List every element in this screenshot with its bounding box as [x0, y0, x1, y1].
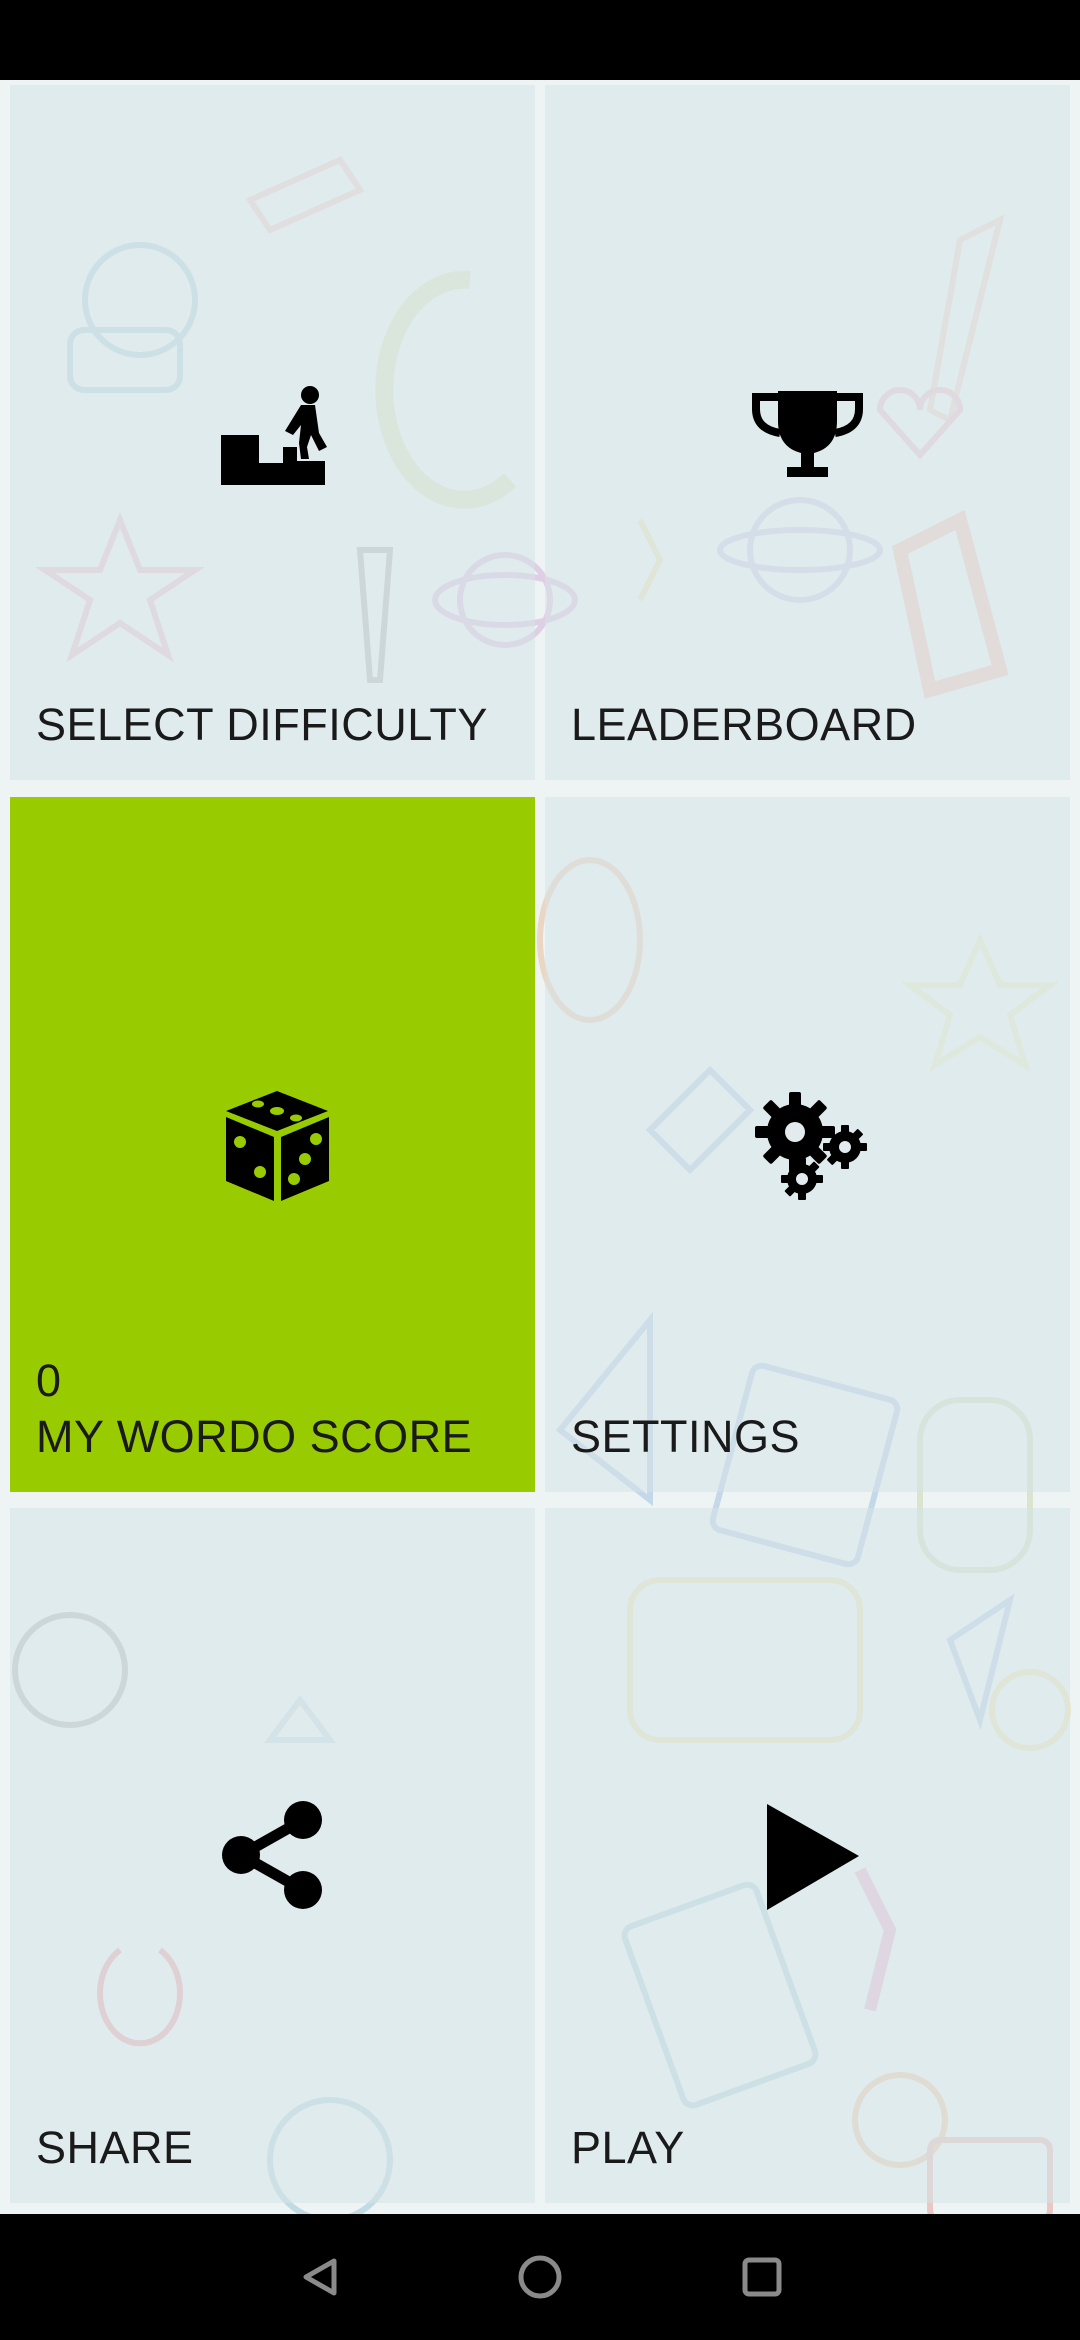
settings-label: SETTINGS — [571, 1411, 801, 1462]
home-button[interactable] — [470, 2214, 610, 2340]
stairs-climber-icon — [215, 385, 335, 495]
score-value: 0 — [36, 1355, 62, 1406]
share-icon — [215, 1798, 330, 1918]
play-tile[interactable]: PLAY — [545, 1508, 1070, 2203]
navigation-bar — [0, 2214, 1080, 2340]
my-wordo-score-label: MY WORDO SCORE — [36, 1411, 473, 1462]
select-difficulty-tile[interactable]: SELECT DIFFICULTY — [10, 85, 535, 780]
share-tile[interactable]: SHARE — [10, 1508, 535, 2203]
settings-tile[interactable]: SETTINGS — [545, 797, 1070, 1492]
back-button[interactable] — [250, 2214, 390, 2340]
share-label: SHARE — [36, 2122, 194, 2173]
back-triangle-icon — [303, 2258, 337, 2296]
play-icon — [755, 1798, 865, 1923]
leaderboard-tile[interactable]: LEADERBOARD — [545, 85, 1070, 780]
my-wordo-score-tile[interactable]: 0 MY WORDO SCORE — [10, 797, 535, 1492]
home-circle-icon — [518, 2255, 562, 2299]
play-label: PLAY — [571, 2122, 685, 2173]
gears-icon — [750, 1087, 870, 1207]
status-bar — [0, 0, 1080, 80]
recents-button[interactable] — [692, 2214, 832, 2340]
dice-icon — [220, 1087, 335, 1212]
recents-square-icon — [742, 2257, 782, 2297]
leaderboard-label: LEADERBOARD — [571, 699, 917, 750]
trophy-icon — [750, 385, 865, 490]
select-difficulty-label: SELECT DIFFICULTY — [36, 699, 488, 750]
